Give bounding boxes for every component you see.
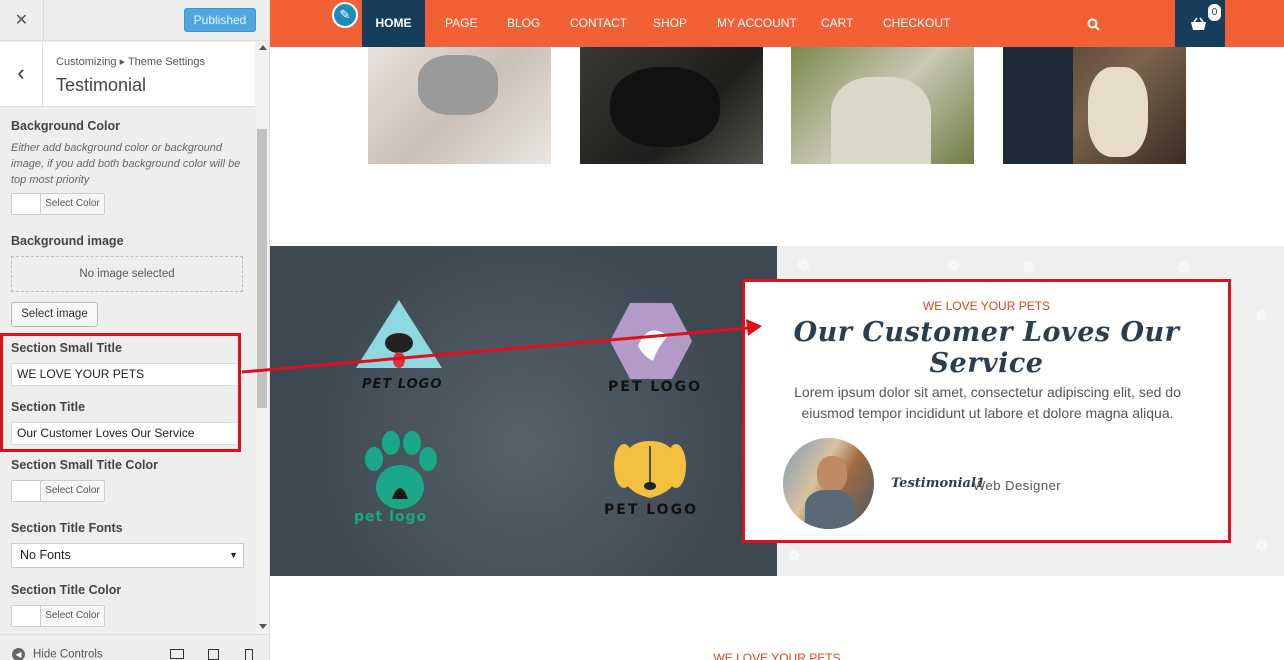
collapse-icon: ◀ — [12, 648, 25, 660]
back-arrow-icon[interactable]: ‹ — [0, 42, 43, 107]
gallery-photo-cat — [791, 47, 974, 164]
testimonial-author-name: Testimonial1 — [891, 476, 985, 491]
section-title: Testimonial — [56, 75, 147, 95]
logo-text: PET LOGO — [608, 379, 702, 395]
testimonial-small-title: WE LOVE YOUR PETS — [922, 299, 1051, 313]
hide-controls-label: Hide Controls — [33, 648, 103, 660]
highlight-box — [0, 333, 241, 452]
logo-text: PET LOGO — [362, 377, 443, 392]
testimonial-title: Our Customer Loves Our Service — [793, 317, 1180, 379]
color-swatch[interactable] — [12, 481, 41, 501]
nav-item-home[interactable]: HOME — [362, 0, 425, 47]
background-image-label: Background image — [11, 234, 124, 248]
breadcrumb: Customizing ▸ Theme Settings — [56, 56, 205, 68]
section-header: ‹ Customizing ▸ Theme Settings Testimoni… — [0, 42, 255, 107]
select-color-button[interactable]: Select Color — [41, 606, 104, 626]
partner-logos-panel: PET LOGO PET LOGO pet logo PET LOGO — [270, 246, 777, 576]
publish-button[interactable]: Published — [184, 8, 256, 32]
mobile-preview-icon[interactable] — [245, 649, 253, 660]
desktop-preview-icon[interactable] — [170, 649, 184, 659]
search-icon[interactable] — [1087, 18, 1100, 31]
pencil-edit-icon[interactable]: ✎ — [332, 2, 358, 28]
dog-face-logo-icon — [614, 441, 686, 498]
customizer-footer: ◀ Hide Controls — [0, 634, 269, 660]
nav-item-my-account[interactable]: MY ACCOUNT — [717, 0, 797, 47]
main-navbar: HOME PAGE BLOG CONTACT SHOP MY ACCOUNT C… — [270, 0, 1284, 47]
cart-button[interactable]: 0 — [1175, 0, 1225, 47]
paw-pattern-icon: ❁ — [1177, 260, 1191, 277]
avatar — [783, 438, 874, 529]
scroll-down-icon[interactable] — [259, 624, 267, 629]
nav-item-checkout[interactable]: CHECKOUT — [883, 0, 950, 47]
scrollbar-thumb[interactable] — [257, 129, 267, 408]
paw-pattern-icon: ❁ — [1255, 308, 1269, 325]
tablet-preview-icon[interactable] — [208, 649, 219, 660]
image-placeholder: No image selected — [11, 256, 243, 292]
color-swatch[interactable] — [12, 194, 41, 214]
close-icon[interactable]: ✕ — [0, 0, 44, 41]
testimonial-card: WE LOVE YOUR PETS Our Customer Loves Our… — [742, 279, 1231, 543]
nav-item-shop[interactable]: SHOP — [653, 0, 687, 47]
paw-cat-logo-icon — [365, 431, 437, 509]
hide-controls-button[interactable]: ◀ Hide Controls — [12, 648, 103, 660]
logo-text: pet logo — [354, 509, 428, 525]
gallery-photo-retriever — [1003, 47, 1186, 164]
customizer-sidebar: ✕ Published ‹ Customizing ▸ Theme Settin… — [0, 0, 270, 660]
paw-pattern-icon: ❁ — [787, 548, 801, 565]
paw-pattern-icon: ❁ — [1022, 260, 1036, 277]
testimonial-author-role: Web Designer — [973, 478, 1062, 493]
testimonial-text: Lorem ipsum dolor sit amet, consectetur … — [794, 384, 1181, 421]
nav-item-cart[interactable]: CART — [821, 0, 853, 47]
gallery-photo-rabbit — [368, 47, 551, 164]
paw-pattern-icon: ❁ — [1255, 538, 1269, 555]
paw-pattern-icon: ❁ — [947, 258, 961, 275]
background-color-description: Either add background color or backgroun… — [11, 142, 241, 186]
triangle-dog-logo-icon — [356, 300, 442, 368]
cart-count-badge: 0 — [1208, 4, 1221, 21]
chevron-down-icon: ▼ — [229, 550, 238, 560]
nav-item-blog[interactable]: BLOG — [507, 0, 540, 47]
select-color-button[interactable]: Select Color — [41, 194, 104, 214]
background-color-label: Background Color — [11, 119, 121, 133]
small-title-color-picker[interactable]: Select Color — [11, 480, 105, 502]
gallery-photo-dogs — [580, 47, 763, 164]
title-fonts-value: No Fonts — [20, 548, 71, 562]
select-image-button[interactable]: Select image — [11, 302, 98, 327]
title-color-label: Section Title Color — [11, 583, 122, 597]
select-color-button[interactable]: Select Color — [41, 481, 104, 501]
basket-icon — [1191, 17, 1206, 30]
scroll-up-icon[interactable] — [259, 45, 267, 50]
background-color-picker[interactable]: Select Color — [11, 193, 105, 215]
title-fonts-label: Section Title Fonts — [11, 521, 123, 535]
nav-item-page[interactable]: PAGE — [445, 0, 477, 47]
title-color-picker[interactable]: Select Color — [11, 605, 105, 627]
hexagon-pet-logo-icon — [610, 303, 692, 379]
small-title-color-label: Section Small Title Color — [11, 458, 159, 472]
logo-text: PET LOGO — [604, 502, 698, 518]
color-swatch[interactable] — [12, 606, 41, 626]
paw-pattern-icon: ❁ — [797, 258, 811, 275]
next-section-small-title: WE LOVE YOUR PETS — [713, 651, 841, 660]
customizer-header-bar: ✕ Published — [0, 0, 269, 41]
nav-item-contact[interactable]: CONTACT — [570, 0, 627, 47]
title-fonts-select[interactable]: No Fonts ▼ — [11, 543, 244, 568]
